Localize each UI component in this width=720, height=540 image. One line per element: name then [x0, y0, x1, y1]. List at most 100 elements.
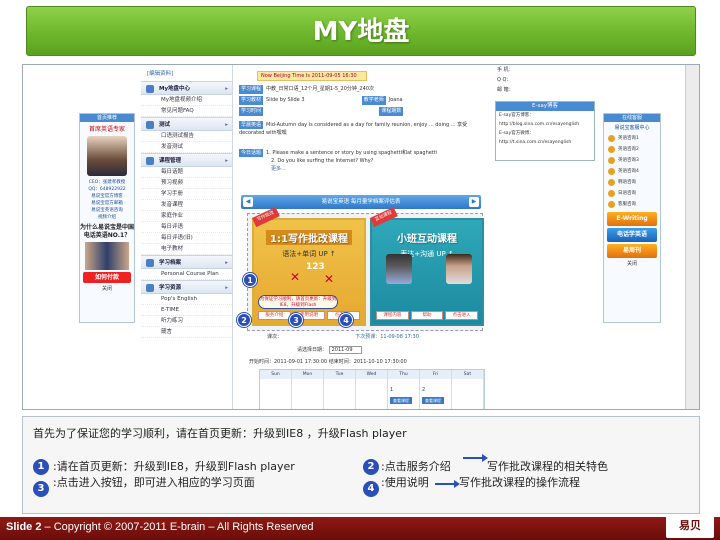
- right-ad-panel: 在线客服 易说宝客服中心 英语咨询1 英语咨询2 英语咨询3 英语咨询4 韩语咨…: [603, 113, 661, 323]
- left-ad-head: 首页推荐: [80, 114, 134, 122]
- date-select[interactable]: 2011-09: [328, 346, 362, 354]
- menu-section-archive[interactable]: 学习档案 ▸: [141, 255, 232, 269]
- step-text-2: :点击服务介绍: [381, 460, 451, 473]
- left-ad-link-video[interactable]: 视频介绍: [80, 214, 134, 221]
- left-ad-link-blog[interactable]: 易说宝官方博客: [80, 193, 134, 200]
- left-ad-close[interactable]: 关闭: [80, 285, 134, 292]
- prev-icon[interactable]: ◀: [243, 197, 253, 207]
- phone-english-button[interactable]: 电话学英语: [607, 228, 657, 242]
- menu-item[interactable]: 箴言: [141, 327, 232, 338]
- topic-line-2: 2. Do you like surfing the Internet? Why…: [271, 158, 374, 164]
- menu-item[interactable]: 学习手册: [141, 189, 232, 200]
- menu-item[interactable]: 家庭作业: [141, 211, 232, 222]
- menu-item[interactable]: Personal Course Plan: [141, 269, 232, 280]
- service-intro-button[interactable]: 服务介绍: [258, 311, 291, 320]
- consult-item[interactable]: 英语咨询3: [604, 155, 660, 166]
- teacher-label: 教学老师: [361, 96, 386, 105]
- step-text-2b: 写作批改课程的相关特色: [487, 460, 608, 473]
- assessment-banner[interactable]: ◀ 易说宝英语 每月量学档案评估表 ▶: [241, 195, 481, 209]
- menu-section-resources[interactable]: 学习资源 ▸: [141, 280, 232, 294]
- consult-item[interactable]: 日语咨询: [604, 188, 660, 199]
- test-icon: [146, 121, 154, 129]
- menu-item[interactable]: Pop's English: [141, 294, 232, 305]
- callout-1: 1: [243, 273, 257, 287]
- esay-blog-link[interactable]: http://blog.sina.com.cn/esayenglish: [496, 120, 594, 129]
- course-promos: 写作批改 1:1写作批改课程 语法+单词 UP ↑ 123 ✕ ✕ 为保证学习顺…: [247, 207, 484, 331]
- teacher-qq: QQ：648922922: [88, 187, 126, 192]
- date-select-row: 请选择日期： 2011-09: [297, 346, 362, 355]
- topic-label: 今日话题: [239, 149, 264, 157]
- weekly-button[interactable]: 易周刊: [607, 244, 657, 258]
- consult-item[interactable]: 英语咨询4: [604, 166, 660, 177]
- consult-item[interactable]: 英语咨询1: [604, 133, 660, 144]
- consult-item[interactable]: 韩语咨询: [604, 177, 660, 188]
- view-lesson-chip[interactable]: 查看课程: [422, 397, 444, 404]
- footer-copyright: – Copyright © 2007-2011 E-brain – All Ri…: [41, 521, 314, 533]
- date-label: 请选择日期：: [297, 347, 328, 353]
- course-content-button[interactable]: 课程内容: [376, 311, 409, 320]
- consult-item[interactable]: 英语咨询2: [604, 144, 660, 155]
- next-icon[interactable]: ▶: [469, 197, 479, 207]
- course-icon: [146, 157, 154, 165]
- menu-item[interactable]: 每日评语(旧): [141, 233, 232, 244]
- course-label: 学习课程: [239, 85, 264, 94]
- view-lesson-chip[interactable]: 查看课程: [390, 397, 412, 404]
- callout-2: 2: [237, 313, 251, 327]
- qq-field: Q Q：: [497, 77, 512, 83]
- step-text-4b: 写作批改课程的操作流程: [459, 476, 580, 489]
- calendar-cell: [292, 379, 324, 409]
- more-link[interactable]: 更多...: [271, 166, 286, 172]
- menu-section-test[interactable]: 测试 ▸: [141, 117, 232, 131]
- calendar-cell: [452, 379, 484, 409]
- menu-item[interactable]: 每日话题: [141, 167, 232, 178]
- left-ad-link-mail[interactable]: 易说宝官方邮箱: [80, 200, 134, 207]
- menu-section-my-center[interactable]: My地盘中心 ▸: [141, 81, 232, 95]
- menu-item[interactable]: 发音课程: [141, 200, 232, 211]
- scrollbar[interactable]: [685, 65, 699, 409]
- interactive-enter-button[interactable]: 点击进入: [445, 311, 479, 320]
- menu-item[interactable]: 每日评语: [141, 222, 232, 233]
- help-button[interactable]: 帮助: [410, 311, 444, 320]
- calendar-cell[interactable]: 2 查看课程: [420, 379, 452, 409]
- calendar-cell[interactable]: 1 查看课程: [388, 379, 420, 409]
- instructions-intro: 首先为了保证您的学习顺利，请在首页更新：升级到IE8 ，升级Flash play…: [33, 427, 407, 440]
- writing-corner-tag: 写作批改: [252, 207, 280, 228]
- calendar-day-header: Fri: [420, 370, 452, 379]
- teacher-name: CEO：张建孝教授: [88, 180, 126, 185]
- period-label: 课程期数: [379, 107, 404, 116]
- menu-item[interactable]: 常见问题FAQ: [141, 106, 232, 117]
- calendar-header: Sun Mon Tue Wed Thu Fri Sat: [260, 370, 484, 379]
- right-ad-sub: 易说宝客服中心: [614, 125, 650, 131]
- left-ad-promo[interactable]: 为什么易说宝是中国电话英语NO.1？: [80, 224, 134, 240]
- interactive-buttons: 课程内容 帮助 点击进入: [376, 311, 479, 320]
- left-ad-link-consult[interactable]: 易说宝英语咨询: [80, 207, 134, 214]
- esay-weibo-link[interactable]: http://t.sina.com.cn/esayenglish: [496, 138, 594, 147]
- footer-text: Slide 2 – Copyright © 2007-2011 E-brain …: [6, 521, 314, 533]
- menu-item[interactable]: 电子教材: [141, 244, 232, 255]
- students-photo: [85, 242, 129, 270]
- menu-item[interactable]: My地盘视频介绍: [141, 95, 232, 106]
- right-ad-head: 在线客服: [604, 114, 660, 122]
- step-text-3: :点击进入按钮，即可进入相应的学习页面: [53, 476, 255, 489]
- step-badge-1: 1: [33, 459, 49, 475]
- menu-section-courses[interactable]: 课程管理 ▸: [141, 153, 232, 167]
- e-writing-button[interactable]: E-Writing: [607, 212, 657, 226]
- pay-button[interactable]: 如何付款: [83, 272, 131, 283]
- menu-item[interactable]: 发音测试: [141, 142, 232, 153]
- right-ad-close[interactable]: 关闭: [604, 260, 660, 267]
- cross-icon: ✕: [324, 272, 335, 286]
- writing-course-number: 123: [306, 262, 325, 272]
- menu-item[interactable]: 听力练习: [141, 316, 232, 327]
- teacher-photo: [87, 136, 127, 176]
- student-illustration: [386, 254, 412, 284]
- consult-item[interactable]: 客服咨询: [604, 199, 660, 210]
- interactive-course-promo: 互动课程 小班互动课程 表达+沟通 UP ↑ 课程内容 帮助 点击进入: [370, 207, 484, 326]
- menu-item[interactable]: E-TIME: [141, 305, 232, 316]
- callout-4: 4: [339, 313, 353, 327]
- calendar-cell: [260, 379, 292, 409]
- material-value: Slide by Slide 3: [266, 97, 305, 103]
- upgrade-tip: 为保证学习顺利，请首页更新：升级到IE8，升级到Flash: [258, 295, 338, 309]
- edit-profile-link[interactable]: [编辑资料]: [141, 65, 232, 81]
- menu-item[interactable]: 预习视频: [141, 178, 232, 189]
- menu-item[interactable]: 口语测试报告: [141, 131, 232, 142]
